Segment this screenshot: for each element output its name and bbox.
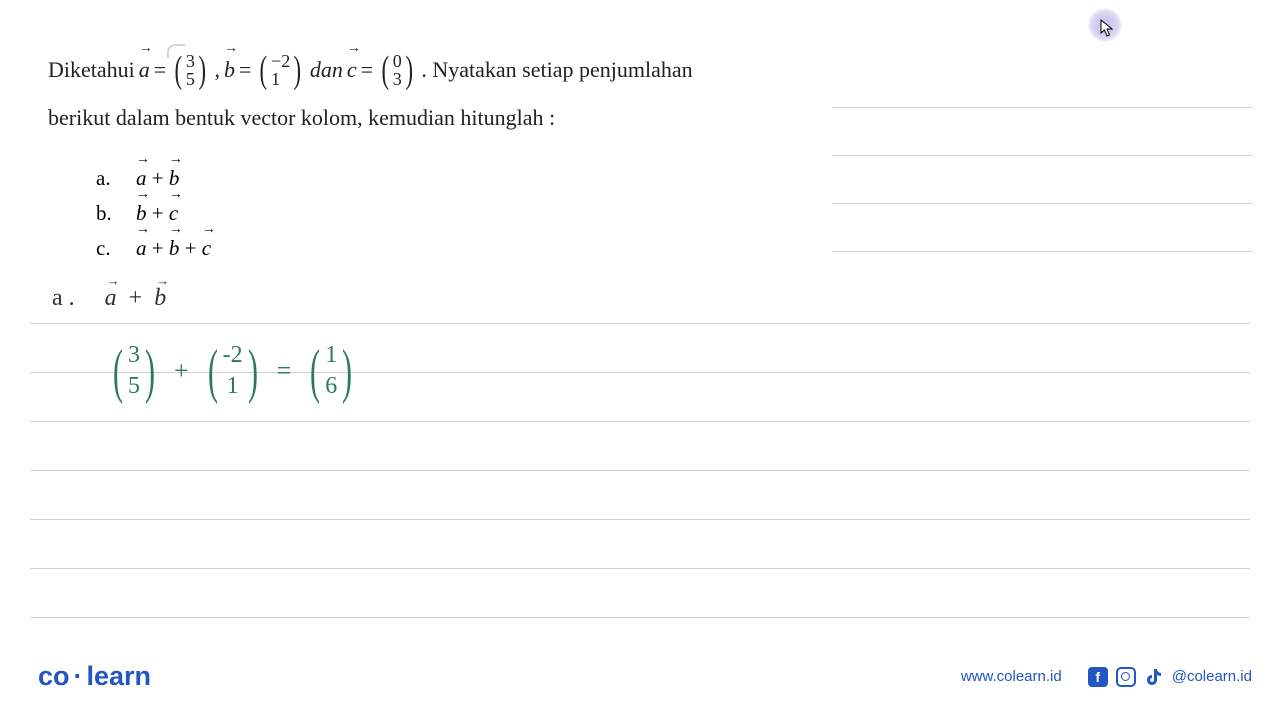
hw-vec-1: ( 3 5 ) [108, 340, 160, 402]
instagram-icon [1116, 667, 1136, 687]
hw-plus: + [174, 356, 189, 386]
vector-b-value: ( −2 1 ) [257, 50, 303, 90]
text-diketahui: Diketahui [48, 50, 135, 90]
vector-c-value: ( 0 3 ) [379, 50, 415, 90]
tiktok-icon [1144, 667, 1164, 687]
facebook-icon: f [1088, 667, 1108, 687]
footer: co·learn www.colearn.id f @colearn.id [38, 661, 1252, 692]
equals: = [154, 50, 166, 90]
cursor-highlight [1088, 8, 1122, 42]
vector-b-symbol: b [224, 50, 235, 90]
comma: , [215, 50, 221, 90]
hw-header: a . a + b [52, 285, 357, 312]
hw-equals: = [277, 356, 292, 386]
hw-vec-2: ( -2 1 ) [203, 340, 263, 402]
social-group: f @colearn.id [1088, 667, 1252, 687]
hw-vec-result: ( 1 6 ) [305, 340, 357, 402]
vector-c-symbol: c [347, 50, 357, 90]
text-nyatakan: . Nyatakan setiap penjumlahan [421, 50, 692, 90]
vector-a-symbol: a [139, 50, 150, 90]
handwritten-work: a . a + b ( 3 5 ) + ( -2 1 ) = ( [52, 285, 357, 402]
text-dan: dan [310, 50, 343, 90]
vector-a-value: ( 3 5 ) [172, 50, 208, 90]
equals: = [361, 50, 373, 90]
ruled-lines-right [832, 60, 1252, 252]
equals: = [239, 50, 251, 90]
footer-url: www.colearn.id [961, 668, 1062, 685]
hw-equation: ( 3 5 ) + ( -2 1 ) = ( 1 6 ) [108, 340, 357, 402]
colearn-logo: co·learn [38, 661, 151, 692]
social-handle: @colearn.id [1172, 668, 1252, 685]
